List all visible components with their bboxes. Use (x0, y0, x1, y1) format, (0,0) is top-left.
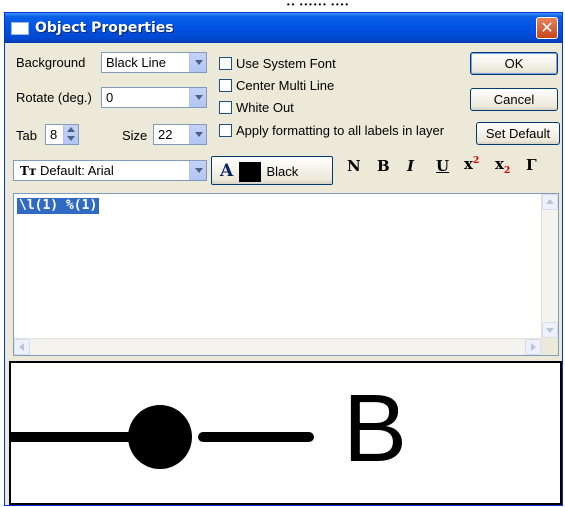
chevron-down-icon[interactable] (189, 161, 206, 180)
subscript-button[interactable]: x2 (495, 155, 510, 176)
font-value: Default: Arial (40, 163, 114, 178)
apply-all-labels-label: Apply formatting to all labels in layer (236, 123, 445, 138)
underline-format-button[interactable]: U (436, 157, 449, 175)
tab-stepper[interactable]: 8 (45, 124, 79, 145)
color-button[interactable]: A Black (211, 156, 333, 185)
scroll-right-icon[interactable] (525, 339, 541, 355)
ok-button[interactable]: OK (470, 52, 558, 75)
white-out-checkbox[interactable]: White Out (219, 100, 294, 115)
spinner-icon[interactable] (63, 125, 78, 144)
tab-value: 8 (50, 127, 58, 142)
label-preview: B (9, 361, 562, 505)
close-button[interactable]: ✕ (536, 17, 558, 39)
use-system-font-checkbox[interactable]: Use System Font (219, 56, 336, 71)
rotate-select[interactable]: 0 (101, 87, 207, 108)
subscript-base: x (495, 155, 504, 173)
window-icon (11, 22, 29, 35)
rotate-label: Rotate (deg.) (16, 90, 92, 105)
use-system-font-label: Use System Font (236, 56, 336, 71)
scroll-up-icon[interactable] (542, 194, 558, 210)
center-multi-line-label: Center Multi Line (236, 78, 335, 93)
apply-all-labels-checkbox[interactable]: Apply formatting to all labels in layer (219, 123, 444, 138)
dialog-body: Background Black Line Rotate (deg.) 0 Ta… (5, 43, 562, 505)
font-color-icon: A (220, 161, 234, 182)
normal-format-button[interactable]: N (347, 157, 361, 175)
color-value: Black (266, 164, 299, 180)
set-default-button[interactable]: Set Default (476, 122, 560, 145)
size-label: Size (122, 128, 148, 143)
font-select[interactable]: Tт Default: Arial (13, 160, 207, 181)
rotate-value: 0 (106, 90, 114, 105)
scrollbar-corner (541, 338, 558, 355)
white-out-label: White Out (236, 100, 294, 115)
checkbox-icon[interactable] (219, 79, 232, 92)
chevron-down-icon[interactable] (189, 53, 206, 72)
checkbox-icon[interactable] (219, 124, 232, 137)
color-swatch (238, 161, 261, 182)
background-select[interactable]: Black Line (101, 52, 207, 73)
dialog-title: Object Properties (35, 20, 174, 36)
checkbox-icon[interactable] (219, 101, 232, 114)
scroll-down-icon[interactable] (542, 322, 558, 338)
close-icon: ✕ (540, 18, 554, 37)
preview-label-text: B (343, 375, 408, 482)
scroll-left-icon[interactable] (14, 339, 30, 355)
label-text-selection[interactable]: \l(1) %(1) (17, 198, 100, 214)
cancel-button[interactable]: Cancel (470, 88, 558, 111)
tab-label: Tab (16, 128, 37, 143)
object-properties-dialog: Object Properties ✕ Background Black Lin… (4, 12, 563, 506)
superscript-button[interactable]: x2 (464, 155, 479, 173)
superscript-base: x (464, 155, 473, 173)
background-value: Black Line (106, 55, 166, 70)
chevron-down-icon[interactable] (189, 125, 206, 144)
line-circle-symbol-icon (11, 405, 314, 469)
subscript-mark: 2 (503, 166, 511, 176)
title-bar[interactable]: Object Properties ✕ (5, 13, 562, 43)
horizontal-scrollbar[interactable] (14, 338, 541, 355)
legend-marker (128, 405, 192, 469)
background-label: Background (16, 55, 86, 70)
bold-format-button[interactable]: B (377, 157, 390, 175)
size-select[interactable]: 22 (153, 124, 207, 145)
size-value: 22 (158, 127, 173, 142)
italic-format-button[interactable]: I (407, 157, 414, 175)
vertical-scrollbar[interactable] (541, 194, 558, 338)
center-multi-line-checkbox[interactable]: Center Multi Line (219, 78, 334, 93)
truetype-font-icon: Tт (20, 164, 37, 178)
greek-format-button[interactable]: Γ (526, 156, 537, 174)
chevron-down-icon[interactable] (189, 88, 206, 107)
label-text-editor[interactable]: \l(1) %(1) (13, 193, 559, 356)
checkbox-icon[interactable] (219, 57, 232, 70)
background-text-fragment: ·· ······ ···· (286, 0, 350, 12)
superscript-mark: 2 (472, 156, 480, 166)
